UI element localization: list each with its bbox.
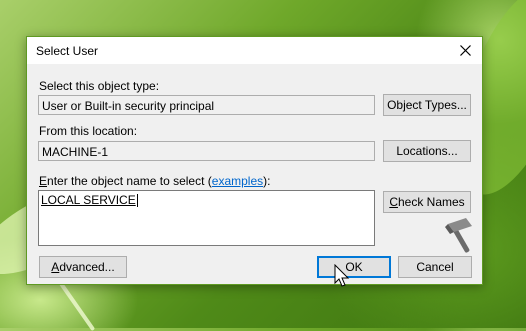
advanced-button[interactable]: Advanced... [39,256,127,278]
ok-button[interactable]: OK [317,256,391,278]
title-bar: Select User [27,37,482,64]
object-name-value: LOCAL SERVICE [41,193,136,207]
examples-link[interactable]: examples [212,174,263,188]
advanced-label: dvanced... [59,260,115,274]
cancel-button[interactable]: Cancel [398,256,472,278]
object-name-label-suffix: ): [263,174,271,188]
object-name-label-accel: E [39,174,48,188]
close-button[interactable] [448,37,482,64]
object-name-label: Enter the object name to select (example… [39,174,270,188]
advanced-accel: A [51,260,60,274]
object-type-field: User or Built-in security principal [38,95,375,115]
object-types-button[interactable]: Object Types... [383,94,471,116]
object-type-label: Select this object type: [39,79,160,93]
object-name-input[interactable]: LOCAL SERVICE [38,190,375,246]
check-names-button[interactable]: Check Names [383,191,471,213]
check-names-label: heck Names [397,195,465,209]
text-caret [136,194,138,208]
location-field: MACHINE-1 [38,141,375,161]
locations-button[interactable]: Locations... [383,140,471,162]
location-label: From this location: [39,124,138,138]
object-name-label-text: nter the object name to select ( [47,174,212,188]
dialog-title: Select User [36,44,99,58]
check-names-accel: C [389,195,398,209]
hammer-logo-icon [445,218,472,253]
mouse-pointer-icon [334,264,350,287]
select-user-dialog: Select User Select this object type: Use… [26,36,483,285]
close-icon [459,45,471,56]
